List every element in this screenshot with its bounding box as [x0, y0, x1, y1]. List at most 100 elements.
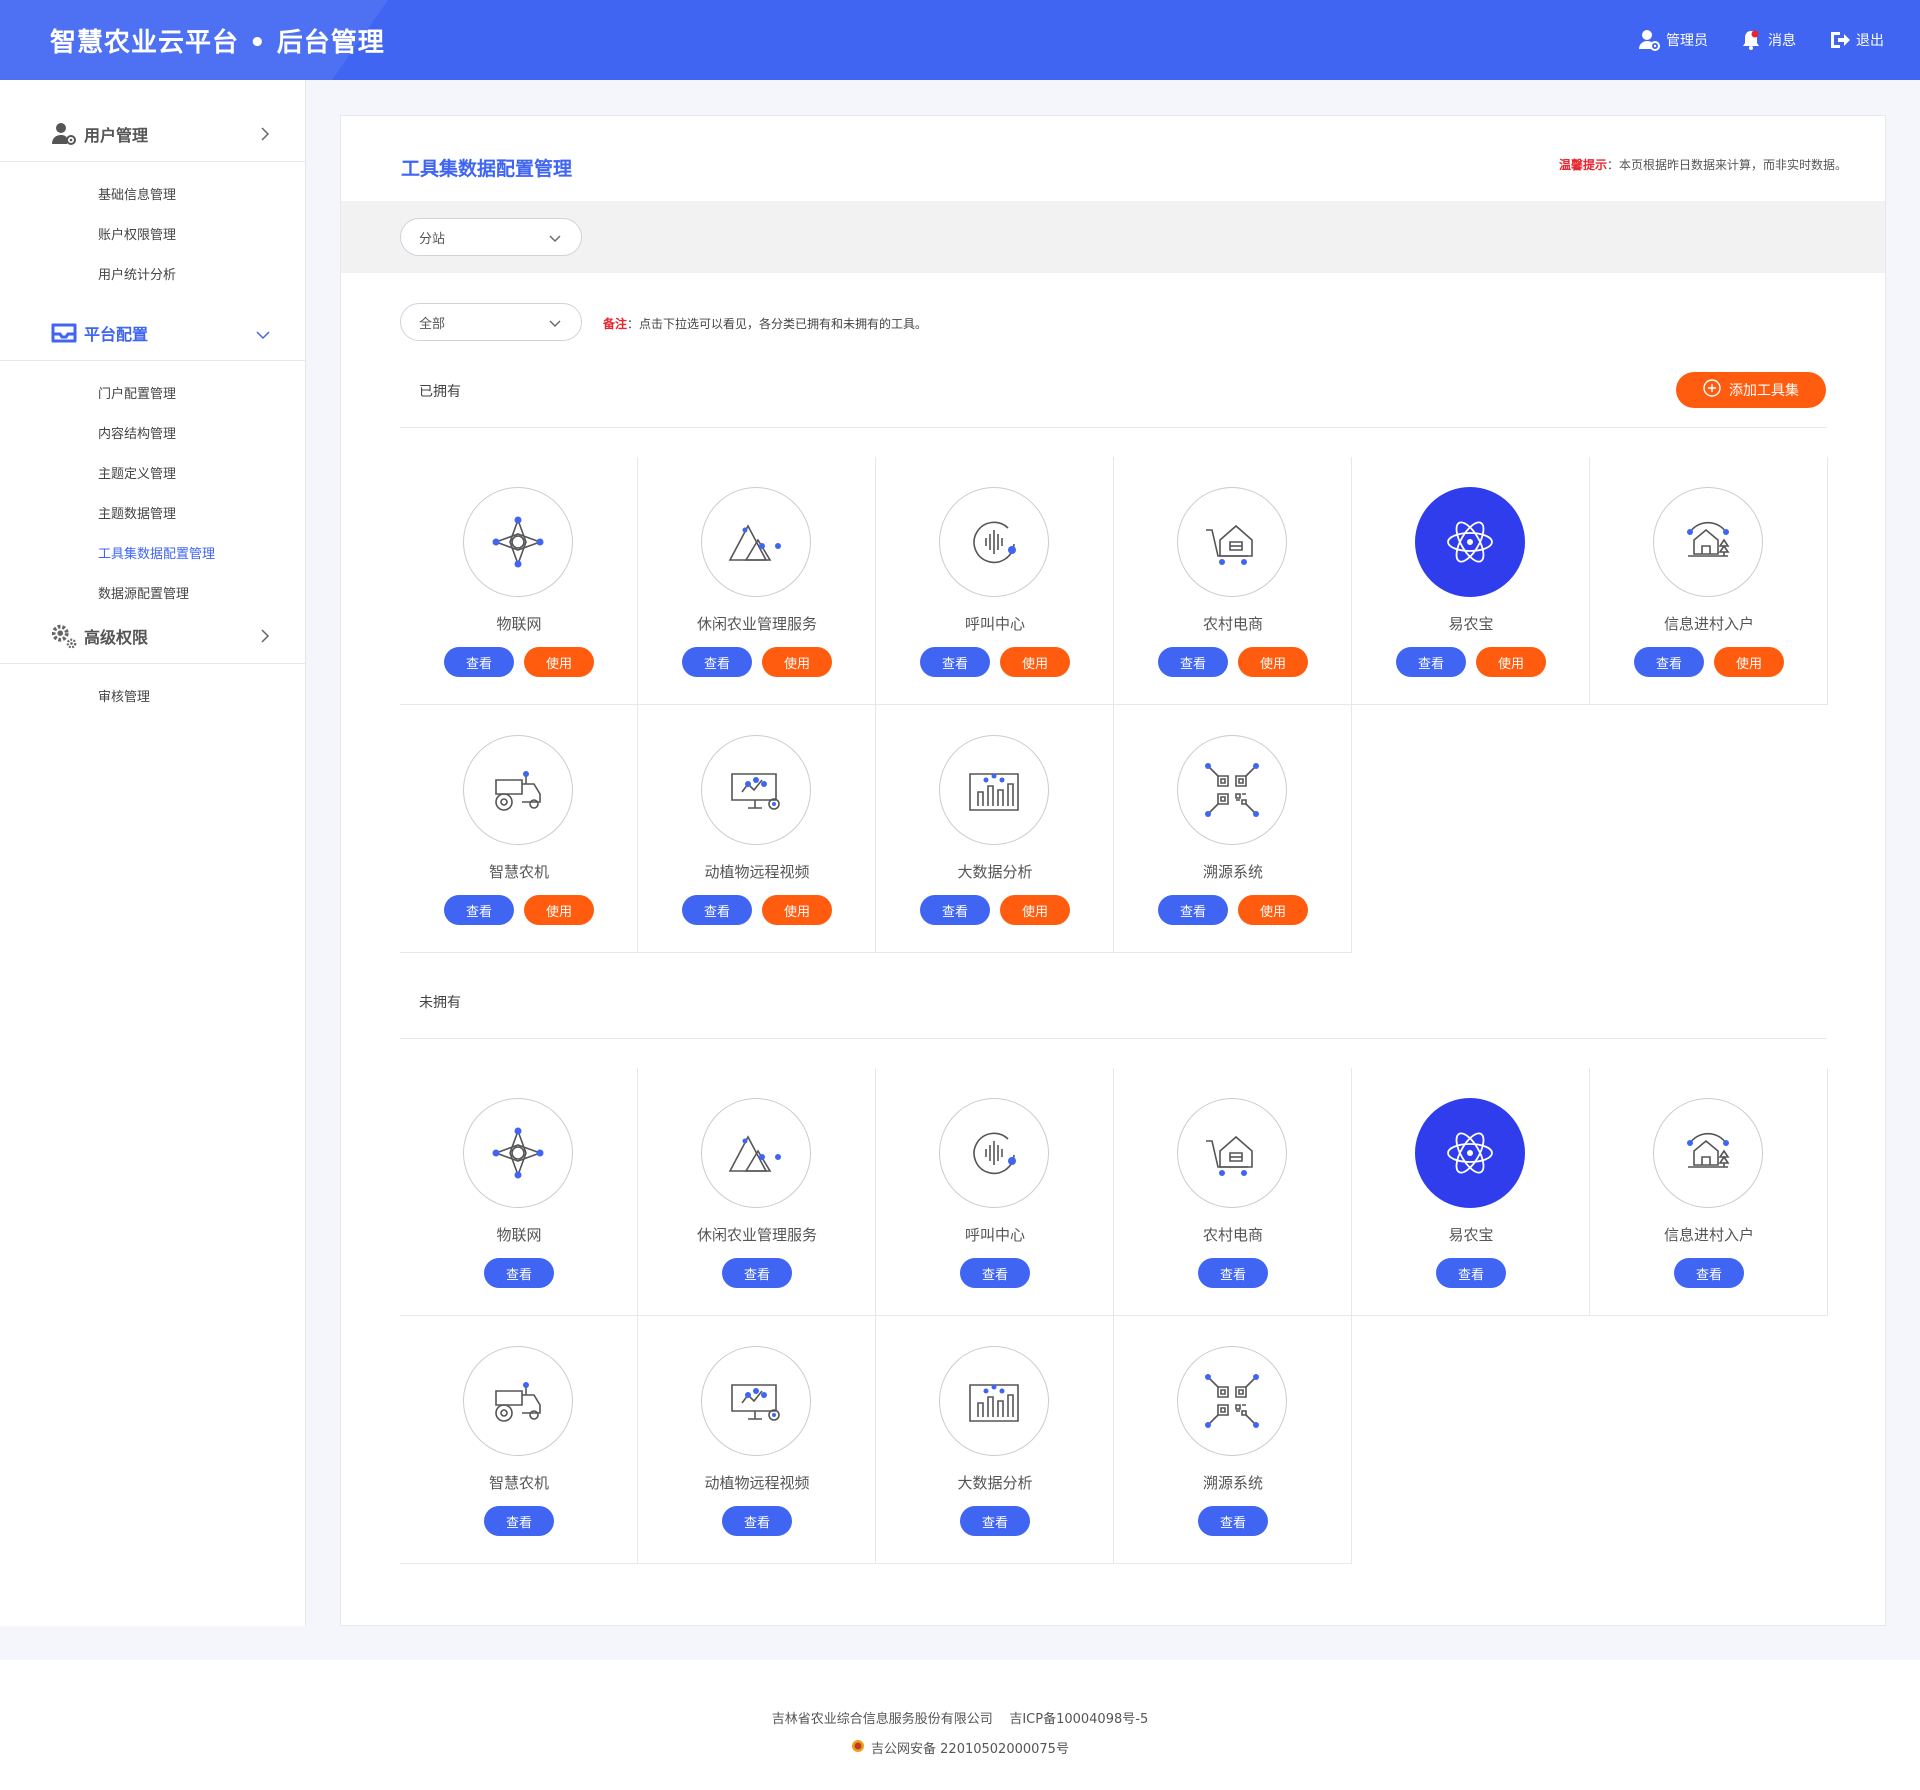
- monitor-camera-icon[interactable]: [701, 735, 811, 845]
- admin-button[interactable]: 管理员: [1638, 29, 1708, 51]
- chevron-right-icon: [260, 126, 270, 145]
- footer-police[interactable]: 吉公网安备 22010502000075号: [871, 1738, 1069, 1757]
- use-button[interactable]: 使用: [762, 895, 832, 925]
- view-button[interactable]: 查看: [1436, 1258, 1506, 1288]
- nav-head-user-management[interactable]: 用户管理: [0, 106, 306, 162]
- logout-label: 退出: [1856, 33, 1884, 49]
- sidebar-item-user-statistics[interactable]: 用户统计分析: [0, 256, 306, 296]
- village-house-icon-svg: [1687, 1132, 1730, 1168]
- view-button[interactable]: 查看: [920, 647, 990, 677]
- owned-tool-card: 农村电商 查看 使用: [1114, 457, 1352, 705]
- tool-actions: 查看: [1590, 1258, 1828, 1288]
- nav-group-advanced: 高级权限 审核管理: [0, 608, 306, 718]
- not-owned-tool-card: 动植物远程视频 查看: [638, 1316, 876, 1564]
- view-button[interactable]: 查看: [444, 895, 514, 925]
- owned-tool-card: 物联网查看 使用: [400, 457, 638, 705]
- iot-drone-icon[interactable]: [463, 487, 573, 597]
- view-button[interactable]: 查看: [682, 647, 752, 677]
- use-button[interactable]: 使用: [1476, 647, 1546, 677]
- bell-icon: [1740, 29, 1762, 51]
- qr-code-icon[interactable]: [1177, 735, 1287, 845]
- view-button[interactable]: 查看: [1396, 647, 1466, 677]
- tool-name: 农村电商: [1202, 1226, 1263, 1244]
- tool-name: 物联网: [496, 615, 542, 633]
- station-select[interactable]: 分站: [400, 218, 582, 256]
- note-key: 备注: [603, 317, 628, 331]
- view-button[interactable]: 查看: [722, 1258, 792, 1288]
- sidebar-item-content-structure[interactable]: 内容结构管理: [0, 415, 306, 455]
- sidebar-item-account-permission[interactable]: 账户权限管理: [0, 216, 306, 256]
- not-owned-tool-card: 农村电商 查看: [1114, 1068, 1352, 1316]
- use-button[interactable]: 使用: [524, 647, 594, 677]
- use-button[interactable]: 使用: [1238, 895, 1308, 925]
- not-owned-tool-card: 休闲农业管理服务 查看: [638, 1068, 876, 1316]
- nav-head-platform-config[interactable]: 平台配置: [0, 305, 306, 361]
- not-owned-tool-card: 智慧农机 查看: [400, 1316, 638, 1564]
- tool-name: 动植物远程视频: [704, 1474, 810, 1492]
- owned-tool-card: 休闲农业管理服务 查看 使用: [638, 457, 876, 705]
- qr-code-icon[interactable]: [1177, 1346, 1287, 1456]
- view-button[interactable]: 查看: [444, 647, 514, 677]
- use-button[interactable]: 使用: [1714, 647, 1784, 677]
- view-button[interactable]: 查看: [484, 1506, 554, 1536]
- tool-actions: 查看 使用: [638, 647, 876, 677]
- mountain-icon[interactable]: [701, 487, 811, 597]
- logout-button[interactable]: 退出: [1828, 29, 1884, 51]
- use-button[interactable]: 使用: [762, 647, 832, 677]
- atom-icon-svg: [1447, 1132, 1493, 1174]
- sidebar-item-theme-definition[interactable]: 主题定义管理: [0, 455, 306, 495]
- voice-wave-icon[interactable]: [939, 1098, 1049, 1208]
- tip-body: ：本页根据昨日数据来计算，而非实时数据。: [1606, 158, 1847, 172]
- view-button[interactable]: 查看: [920, 895, 990, 925]
- not-owned-tool-card: 物联网 查看: [400, 1068, 638, 1316]
- sidebar-item-theme-data[interactable]: 主题数据管理: [0, 495, 306, 535]
- atom-icon[interactable]: [1415, 487, 1525, 597]
- owned-tool-grid: 物联网 查看 使用 休闲农业管理服务 查看 使用 呼叫中心 查看 使用 农村电商 查看 使用 易农宝 查看…: [400, 457, 1828, 953]
- sidebar-item-basic-info[interactable]: 基础信息管理: [0, 176, 306, 216]
- mountain-icon[interactable]: [701, 1098, 811, 1208]
- cart-shop-icon[interactable]: [1177, 1098, 1287, 1208]
- sidebar-item-portal-config[interactable]: 门户配置管理: [0, 375, 306, 415]
- footer-line-company: 吉林省农业综合信息服务股份有限公司 吉ICP备10004098号-5: [0, 1708, 1920, 1727]
- iot-drone-icon-svg: [492, 1127, 544, 1179]
- iot-drone-icon[interactable]: [463, 1098, 573, 1208]
- chevron-down-icon: [549, 317, 561, 332]
- view-button[interactable]: 查看: [1158, 895, 1228, 925]
- add-toolset-button[interactable]: 添加工具集: [1676, 372, 1826, 408]
- view-button[interactable]: 查看: [1674, 1258, 1744, 1288]
- view-button[interactable]: 查看: [1634, 647, 1704, 677]
- nav-head-advanced-permission[interactable]: 高级权限: [0, 608, 306, 664]
- category-select[interactable]: 全部: [400, 303, 582, 341]
- sidebar-item-toolset-config[interactable]: 工具集数据配置管理: [0, 535, 306, 575]
- use-button[interactable]: 使用: [524, 895, 594, 925]
- view-button[interactable]: 查看: [484, 1258, 554, 1288]
- monitor-camera-icon[interactable]: [701, 1346, 811, 1456]
- footer-icp[interactable]: 吉ICP备10004098号-5: [1009, 1712, 1148, 1727]
- owned-tool-card: 易农宝 查看 使用: [1352, 457, 1590, 705]
- view-button[interactable]: 查看: [1158, 647, 1228, 677]
- village-house-icon[interactable]: [1653, 1098, 1763, 1208]
- village-house-icon[interactable]: [1653, 487, 1763, 597]
- plus-circle-icon: [1703, 379, 1721, 401]
- use-button[interactable]: 使用: [1238, 647, 1308, 677]
- view-button[interactable]: 查看: [1198, 1506, 1268, 1536]
- view-button[interactable]: 查看: [722, 1506, 792, 1536]
- cart-shop-icon[interactable]: [1177, 487, 1287, 597]
- use-button[interactable]: 使用: [1000, 647, 1070, 677]
- sidebar-item-review[interactable]: 审核管理: [0, 678, 306, 718]
- tractor-icon[interactable]: [463, 1346, 573, 1456]
- atom-icon[interactable]: [1415, 1098, 1525, 1208]
- view-button[interactable]: 查看: [1198, 1258, 1268, 1288]
- voice-wave-icon[interactable]: [939, 487, 1049, 597]
- chevron-right-icon: [260, 628, 270, 647]
- message-button[interactable]: 消息: [1740, 29, 1796, 51]
- use-button[interactable]: 使用: [1000, 895, 1070, 925]
- nav-head-label: 平台配置: [84, 324, 149, 344]
- view-button[interactable]: 查看: [682, 895, 752, 925]
- bar-chart-icon[interactable]: [939, 1346, 1049, 1456]
- bar-chart-icon[interactable]: [939, 735, 1049, 845]
- village-house-icon-svg: [1687, 521, 1730, 557]
- tractor-icon[interactable]: [463, 735, 573, 845]
- view-button[interactable]: 查看: [960, 1258, 1030, 1288]
- view-button[interactable]: 查看: [960, 1506, 1030, 1536]
